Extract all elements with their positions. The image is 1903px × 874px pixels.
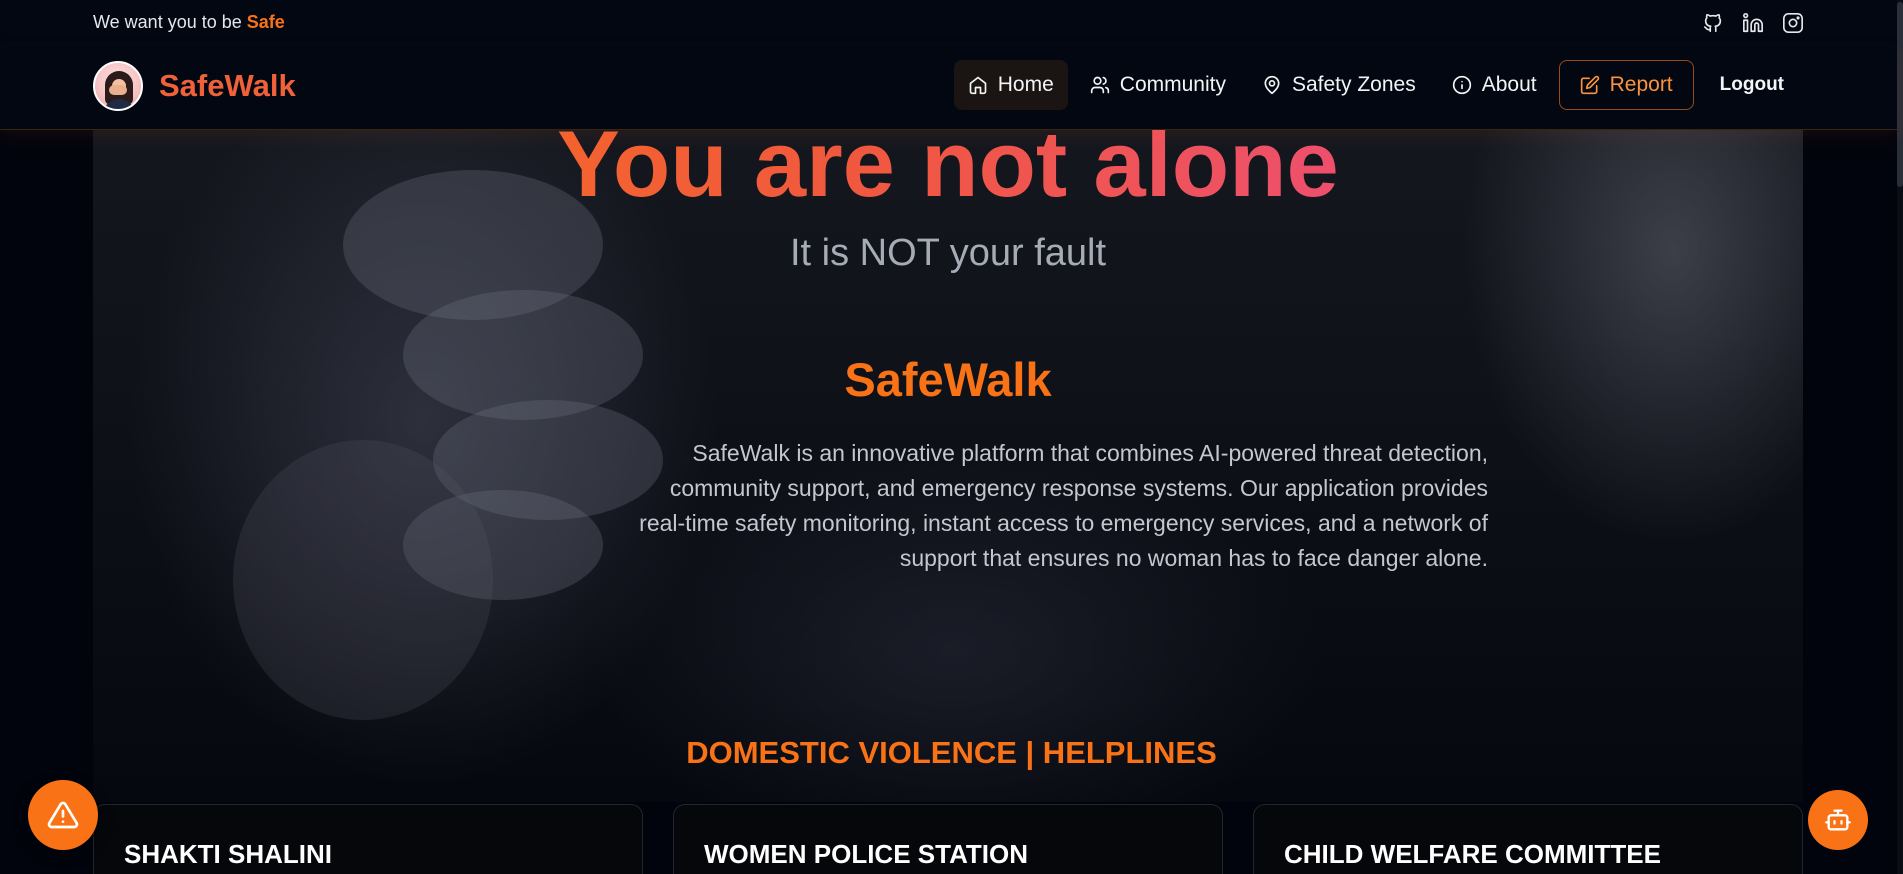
users-icon (1090, 76, 1109, 94)
nav-home[interactable]: Home (953, 60, 1068, 110)
tagline-prefix: We want you to be (93, 12, 247, 32)
nav-menu: Home Community Safety Zones About Report… (953, 60, 1802, 110)
helpline-card[interactable]: CHILD WELFARE COMMITTEE (1253, 804, 1803, 874)
info-icon (1452, 75, 1471, 95)
social-links (1702, 12, 1804, 34)
helpline-card-title: WOMEN POLICE STATION (704, 839, 1029, 869)
page-scrollbar[interactable] (1897, 0, 1903, 874)
helpline-card[interactable]: SHAKTI SHALINI (93, 804, 643, 874)
report-button[interactable]: Report (1558, 60, 1694, 110)
linkedin-icon[interactable] (1742, 12, 1764, 34)
map-pin-icon (1264, 75, 1280, 95)
tagline: We want you to be Safe (93, 12, 285, 33)
home-icon (969, 76, 987, 95)
bot-icon (1825, 809, 1851, 831)
top-info-bar: We want you to be Safe (0, 0, 1897, 46)
nav-community[interactable]: Community (1076, 60, 1240, 110)
helpline-card-title: CHILD WELFARE COMMITTEE (1284, 839, 1661, 869)
helpline-card[interactable]: WOMEN POLICE STATION (673, 804, 1223, 874)
about-description: SafeWalk is an innovative platform that … (639, 440, 1488, 571)
nav-home-label: Home (997, 73, 1054, 96)
tagline-accent: Safe (246, 12, 285, 32)
edit-icon (1580, 75, 1599, 95)
helpline-card-title: SHAKTI SHALINI (124, 839, 332, 869)
hero-subtitle: It is NOT your fault (789, 232, 1107, 274)
report-label: Report (1609, 73, 1673, 96)
nav-about[interactable]: About (1438, 60, 1551, 110)
nav-safety-zones[interactable]: Safety Zones (1248, 60, 1430, 110)
sos-alert-button[interactable] (28, 780, 98, 850)
logout-label: Logout (1719, 74, 1784, 95)
brand-name: SafeWalk (159, 68, 296, 103)
logo-avatar (93, 61, 143, 111)
instagram-icon[interactable] (1782, 12, 1804, 34)
hero-section: You are not alone It is NOT your fault S… (93, 130, 1803, 802)
warning-icon (47, 801, 79, 829)
hero-title: You are not alone (93, 130, 1803, 218)
about-title: SafeWalk (844, 353, 1052, 406)
nav-community-label: Community (1119, 73, 1226, 96)
logout-button[interactable]: Logout (1702, 60, 1802, 110)
brand-logo-link[interactable]: SafeWalk (93, 61, 296, 111)
main-navbar: SafeWalk Home Community Safety Zones Abo… (0, 46, 1897, 130)
nav-about-label: About (1481, 73, 1537, 96)
helplines-title: DOMESTIC VIOLENCE | HELPLINES (686, 735, 1217, 770)
nav-safety-zones-label: Safety Zones (1291, 73, 1416, 96)
github-icon[interactable] (1702, 12, 1724, 34)
chatbot-button[interactable] (1808, 790, 1868, 850)
background-fist-image (233, 140, 693, 720)
